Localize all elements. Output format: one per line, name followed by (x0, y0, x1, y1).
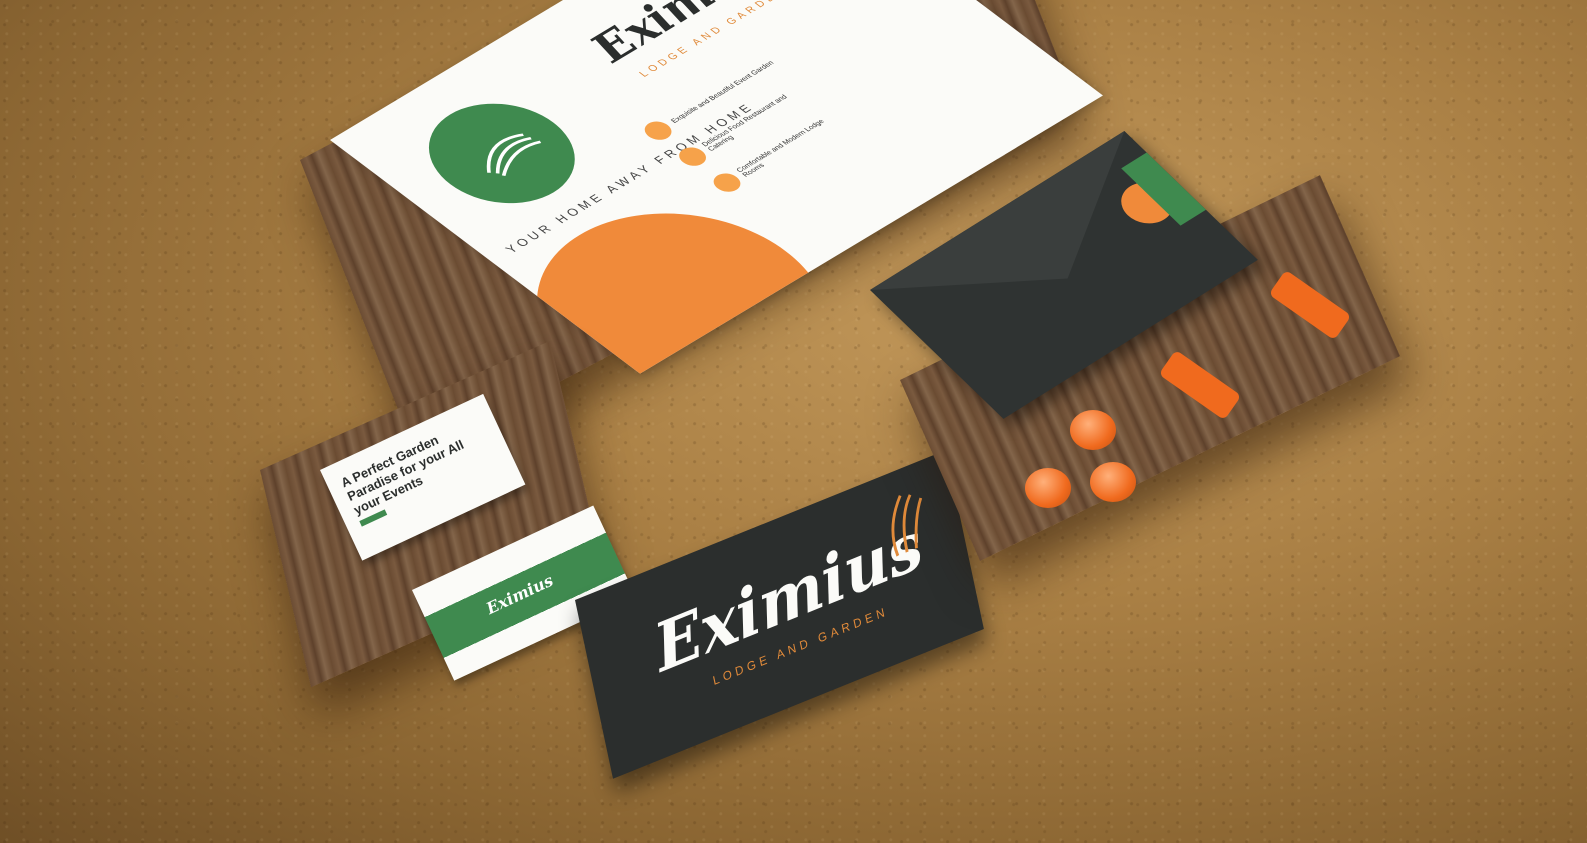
feature-item: Delicious Food Restaurant and Catering (673, 78, 822, 170)
button-badge-icon (1070, 410, 1116, 450)
feature-list: Exquisite and Beautiful Event Garden Del… (639, 52, 856, 196)
button-badge-icon (1090, 462, 1136, 502)
button-badge-icon (1025, 468, 1071, 508)
mockup-scene: YOUR HOME AWAY FROM HOME Eximius LODGE A… (0, 0, 1587, 843)
lodge-icon (708, 169, 746, 196)
card-back-logo: Eximius (483, 570, 557, 619)
garden-icon (639, 117, 678, 144)
feature-item: Comfortable and Modern Lodge Rooms (708, 104, 856, 196)
